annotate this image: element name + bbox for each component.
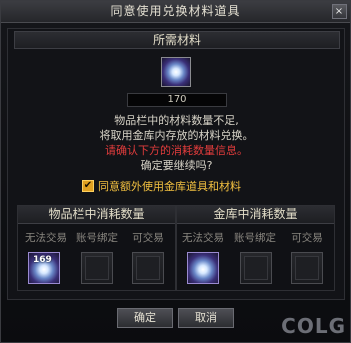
- inventory-slot-untradable[interactable]: 169: [28, 252, 60, 284]
- confirm-button[interactable]: 确定: [117, 308, 173, 328]
- agree-vault-checkbox-row[interactable]: ✔ 同意额外使用金库道具和材料: [82, 178, 241, 194]
- dialog-title: 同意使用兑换材料道具: [110, 4, 241, 18]
- vault-slot-account-bound[interactable]: [240, 252, 272, 284]
- close-button[interactable]: ×: [332, 4, 347, 19]
- vault-slot-tradable[interactable]: [291, 252, 323, 284]
- crystal-orb-icon[interactable]: [161, 57, 191, 87]
- column-label-untradable: 无法交易: [25, 232, 67, 244]
- column-label-untradable: 无法交易: [182, 232, 224, 244]
- slot-count: 169: [33, 255, 52, 265]
- required-materials-header: 所需材料: [14, 31, 340, 49]
- check-icon: ✔: [83, 180, 93, 191]
- colg-watermark: COLG: [281, 314, 346, 338]
- dialog-window: 同意使用兑换材料道具 × 所需材料 170 物品栏中的材料数量不足, 将取用金库…: [0, 0, 351, 343]
- dialog-titlebar[interactable]: 同意使用兑换材料道具 ×: [1, 1, 350, 23]
- required-quantity: 170: [127, 93, 227, 107]
- column-label-tradable: 可交易: [291, 232, 323, 244]
- inventory-slot-account-bound[interactable]: [81, 252, 113, 284]
- inventory-consumption-header: 物品栏中消耗数量: [18, 206, 175, 224]
- empty-slot: [85, 256, 109, 280]
- agree-checkbox[interactable]: ✔: [82, 180, 94, 192]
- message-line-2: 将取用金库内存放的材料兑换。: [99, 129, 254, 142]
- close-icon: ×: [334, 6, 345, 17]
- agree-label: 同意额外使用金库道具和材料: [98, 180, 241, 193]
- column-label-account-bound: 账号绑定: [76, 232, 118, 244]
- cancel-button[interactable]: 取消: [178, 308, 234, 328]
- empty-slot: [295, 256, 319, 280]
- message-line-1: 物品栏中的材料数量不足,: [114, 114, 239, 127]
- warning-message: 请确认下方的消耗数量信息。: [105, 144, 248, 157]
- column-label-tradable: 可交易: [132, 232, 164, 244]
- inventory-slot-tradable[interactable]: [132, 252, 164, 284]
- vault-consumption-box: 金库中消耗数量 无法交易 账号绑定 可交易: [176, 205, 335, 291]
- vault-consumption-header: 金库中消耗数量: [177, 206, 334, 224]
- vault-slot-untradable[interactable]: [187, 252, 219, 284]
- inventory-consumption-box: 物品栏中消耗数量 无法交易 账号绑定 可交易 169: [17, 205, 176, 291]
- confirm-question: 确定要继续吗?: [140, 159, 213, 172]
- column-label-account-bound: 账号绑定: [234, 232, 276, 244]
- empty-slot: [136, 256, 160, 280]
- empty-slot: [244, 256, 268, 280]
